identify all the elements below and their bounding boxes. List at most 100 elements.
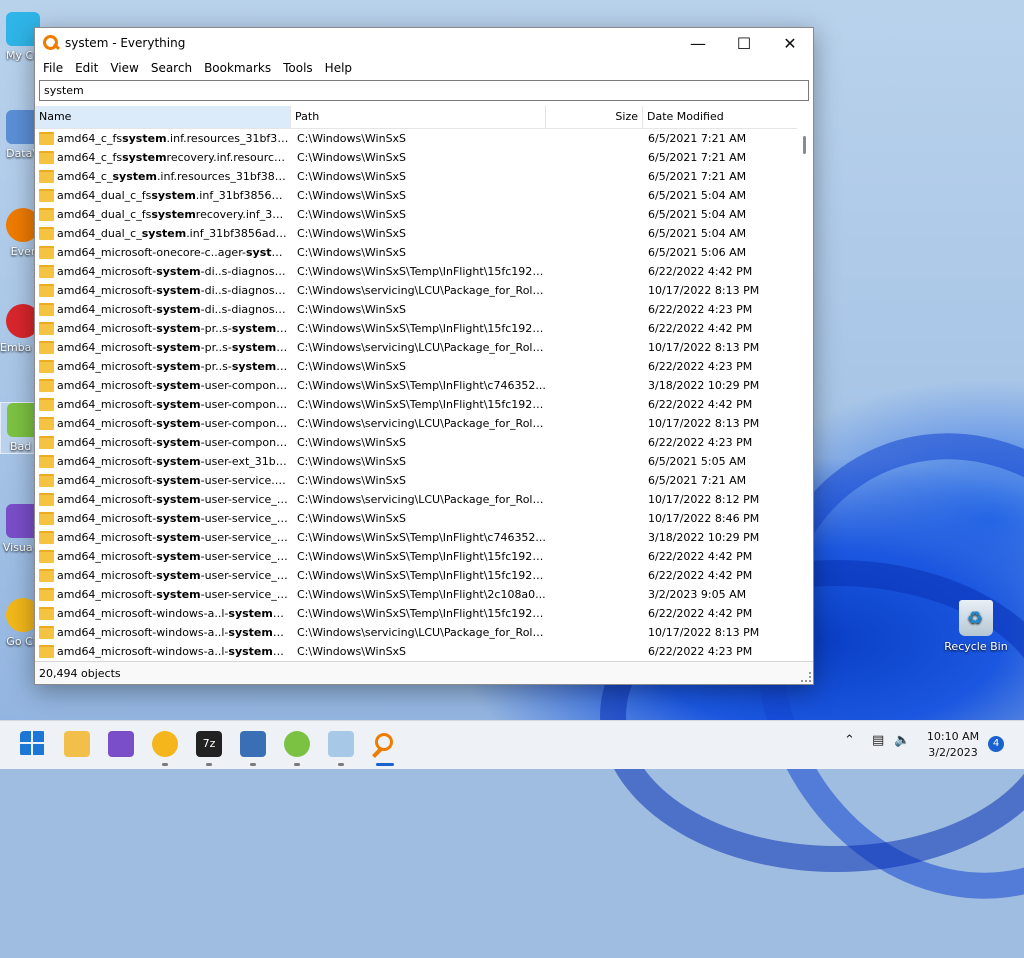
folder-icon: [39, 474, 54, 487]
cell-date-modified: 6/5/2021 7:21 AM: [648, 132, 747, 145]
cell-path: C:\Windows\servicing\LCU\Package_for_Rol…: [297, 417, 546, 430]
file-name: amd64_microsoft-system-user-compone...: [57, 417, 289, 430]
resize-grip-icon[interactable]: [801, 672, 811, 682]
cell-name: amd64_microsoft-system-user-compone...: [35, 417, 291, 430]
search-input[interactable]: [40, 82, 808, 99]
table-row[interactable]: amd64_microsoft-system-user-service_31..…: [35, 566, 813, 585]
start-icon[interactable]: [20, 731, 46, 757]
cell-path: C:\Windows\WinSxS: [297, 132, 407, 145]
cell-name: amd64_microsoft-system-user-service_31..…: [35, 512, 291, 525]
vertical-scrollbar[interactable]: [797, 128, 813, 662]
menu-tools[interactable]: Tools: [277, 61, 319, 75]
cell-path: C:\Windows\WinSxS: [297, 227, 407, 240]
cell-path: C:\Windows\WinSxS\Temp\InFlight\15fc192a…: [297, 607, 546, 620]
table-row[interactable]: amd64_dual_c_fssystemrecovery.inf_31bf..…: [35, 205, 813, 224]
file-name: amd64_microsoft-system-pr..s-systemsu...: [57, 341, 289, 354]
everything-taskbar-icon[interactable]: [372, 731, 398, 758]
network-icon[interactable]: ▤: [872, 733, 884, 748]
table-row[interactable]: amd64_c_system.inf.resources_31bf3856a..…: [35, 167, 813, 186]
cell-date-modified: 6/22/2022 4:42 PM: [648, 569, 753, 582]
folder-icon: [39, 417, 54, 430]
file-name: amd64_microsoft-system-user-service_31..…: [57, 512, 289, 525]
table-row[interactable]: amd64_microsoft-system-user-compone... C:…: [35, 376, 813, 395]
cell-name: amd64_dual_c_fssystemrecovery.inf_31bf..…: [35, 208, 291, 221]
folder-icon: [39, 227, 54, 240]
recycle-bin-icon: ♻: [959, 600, 993, 636]
cell-date-modified: 3/2/2023 9:05 AM: [648, 588, 747, 601]
table-row[interactable]: amd64_microsoft-system-pr..s-systemsu...…: [35, 357, 813, 376]
column-date-modified[interactable]: Date Modified: [643, 106, 813, 128]
notification-badge[interactable]: 4: [988, 736, 1004, 752]
everything-app-icon: [43, 35, 61, 51]
folder-icon: [39, 341, 54, 354]
cell-name: amd64_microsoft-system-pr..s-systemsu...: [35, 341, 291, 354]
chrome-icon[interactable]: [152, 731, 178, 757]
menu-search[interactable]: Search: [145, 61, 198, 75]
table-row[interactable]: amd64_microsoft-onecore-c..ager-syste...…: [35, 243, 813, 262]
minimize-button[interactable]: —: [675, 28, 721, 58]
performance-monitor-icon[interactable]: [328, 731, 354, 757]
title-bar[interactable]: system - Everything — ☐ ✕: [35, 28, 813, 58]
table-row[interactable]: amd64_microsoft-system-user-compone... C:…: [35, 414, 813, 433]
table-row[interactable]: amd64_microsoft-windows-a..l-systemu... C…: [35, 623, 813, 642]
table-row[interactable]: amd64_c_fssystem.inf.resources_31bf3856.…: [35, 129, 813, 148]
table-row[interactable]: amd64_microsoft-system-user-ext_31bf3...…: [35, 452, 813, 471]
table-row[interactable]: amd64_microsoft-system-user-compone... C:…: [35, 433, 813, 452]
cell-date-modified: 6/22/2022 4:42 PM: [648, 322, 753, 335]
table-row[interactable]: amd64_microsoft-system-pr..s-systemsu...…: [35, 338, 813, 357]
column-name[interactable]: Name: [35, 106, 291, 128]
table-row[interactable]: amd64_microsoft-system-pr..s-systemsu...…: [35, 319, 813, 338]
table-row[interactable]: amd64_dual_c_fssystem.inf_31bf3856ad36..…: [35, 186, 813, 205]
table-row[interactable]: amd64_microsoft-windows-a..l-systemu... C…: [35, 642, 813, 659]
file-name: amd64_microsoft-windows-a..l-systemu...: [57, 626, 289, 639]
table-row[interactable]: amd64_microsoft-system-user-service_31..…: [35, 490, 813, 509]
cell-path: C:\Windows\WinSxS: [297, 208, 407, 221]
menu-help[interactable]: Help: [319, 61, 358, 75]
menu-bookmarks[interactable]: Bookmarks: [198, 61, 277, 75]
7zip-icon[interactable]: 7z: [196, 731, 222, 757]
cell-date-modified: 6/5/2021 5:05 AM: [648, 455, 747, 468]
table-row[interactable]: amd64_microsoft-system-user-service_31..…: [35, 528, 813, 547]
cell-name: amd64_microsoft-system-user-service_31..…: [35, 493, 291, 506]
file-name: amd64_microsoft-system-user-compone...: [57, 398, 289, 411]
menu-file[interactable]: File: [37, 61, 69, 75]
table-row[interactable]: amd64_microsoft-system-user-service_31..…: [35, 509, 813, 528]
active-indicator: [376, 763, 394, 766]
close-button[interactable]: ✕: [767, 28, 813, 58]
cell-path: C:\Windows\WinSxS\Temp\InFlight\c746352.…: [297, 531, 546, 544]
visual-studio-icon[interactable]: [108, 731, 134, 757]
table-row[interactable]: amd64_c_fssystemrecovery.inf.resources_.…: [35, 148, 813, 167]
table-row[interactable]: amd64_dual_c_system.inf_31bf3856ad364...…: [35, 224, 813, 243]
cell-date-modified: 6/22/2022 4:42 PM: [648, 398, 753, 411]
table-row[interactable]: amd64_microsoft-system-di..s-diagnostic.…: [35, 281, 813, 300]
table-row[interactable]: amd64_microsoft-system-user-compone... C:…: [35, 395, 813, 414]
table-row[interactable]: amd64_microsoft-system-user-service_31..…: [35, 585, 813, 604]
column-path[interactable]: Path: [291, 106, 546, 128]
menu-bar: File Edit View Search Bookmarks Tools He…: [35, 58, 813, 78]
cell-path: C:\Windows\servicing\LCU\Package_for_Rol…: [297, 284, 546, 297]
folder-icon: [39, 170, 54, 183]
file-name: amd64_c_fssystem.inf.resources_31bf3856.…: [57, 132, 289, 145]
menu-edit[interactable]: Edit: [69, 61, 104, 75]
table-row[interactable]: amd64_microsoft-windows-a..l-systemu... C…: [35, 604, 813, 623]
volume-icon[interactable]: 🔈: [894, 733, 910, 748]
system-clock[interactable]: 10:10 AM 3/2/2023: [922, 729, 984, 761]
scrollbar-thumb[interactable]: [803, 136, 806, 154]
maximize-button[interactable]: ☐: [721, 28, 767, 58]
cell-date-modified: 6/5/2021 7:21 AM: [648, 151, 747, 164]
table-row[interactable]: amd64_microsoft-system-di..s-diagnostic.…: [35, 300, 813, 319]
bad-piggies-icon[interactable]: [284, 731, 310, 757]
table-row[interactable]: amd64_microsoft-system-user-service.res.…: [35, 471, 813, 490]
menu-view[interactable]: View: [104, 61, 144, 75]
chevron-up-icon[interactable]: ⌃: [844, 733, 855, 748]
desktop-icon-recycle-bin[interactable]: ♻ Recycle Bin: [940, 600, 1012, 653]
table-row[interactable]: amd64_microsoft-system-user-service_31..…: [35, 547, 813, 566]
table-row[interactable]: amd64_microsoft-system-di..s-diagnostic.…: [35, 262, 813, 281]
cell-name: amd64_microsoft-windows-a..l-systemu...: [35, 645, 291, 658]
folder-icon: [39, 550, 54, 563]
column-size[interactable]: Size: [546, 106, 643, 128]
folder-icon: [39, 208, 54, 221]
folder-icon: [39, 398, 54, 411]
windows-app-icon[interactable]: [240, 731, 266, 757]
file-explorer-icon[interactable]: [64, 731, 90, 757]
